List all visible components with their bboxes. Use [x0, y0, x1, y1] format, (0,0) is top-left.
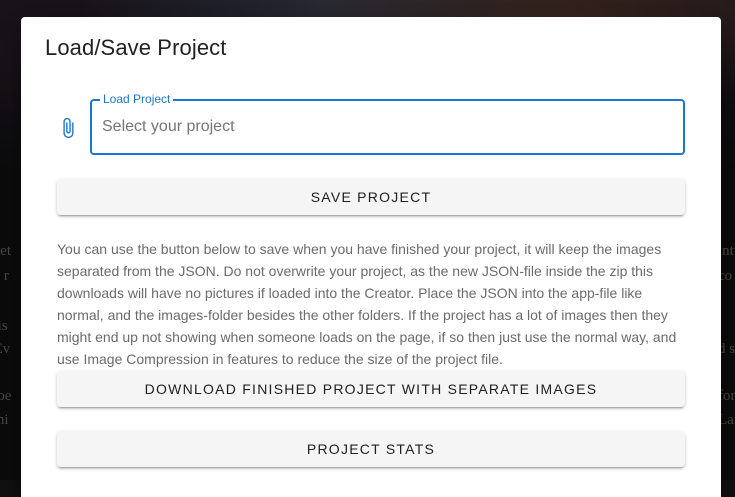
save-project-button[interactable]: SAVE PROJECT: [57, 179, 685, 215]
dialog-title: Load/Save Project: [45, 35, 227, 60]
load-project-input-outline[interactable]: Load Project: [90, 92, 685, 155]
load-project-field-row: Load Project: [57, 92, 685, 155]
load-save-dialog: Load/Save Project Load Project SAVE PROJ…: [21, 17, 721, 497]
save-info-text: You can use the button below to save whe…: [57, 241, 677, 367]
project-stats-button[interactable]: PROJECT STATS: [57, 431, 685, 467]
load-project-input[interactable]: [102, 115, 662, 139]
load-project-label: Load Project: [100, 92, 174, 106]
paperclip-icon[interactable]: [57, 116, 79, 140]
download-separate-images-button[interactable]: DOWNLOAD FINISHED PROJECT WITH SEPARATE …: [57, 371, 685, 407]
